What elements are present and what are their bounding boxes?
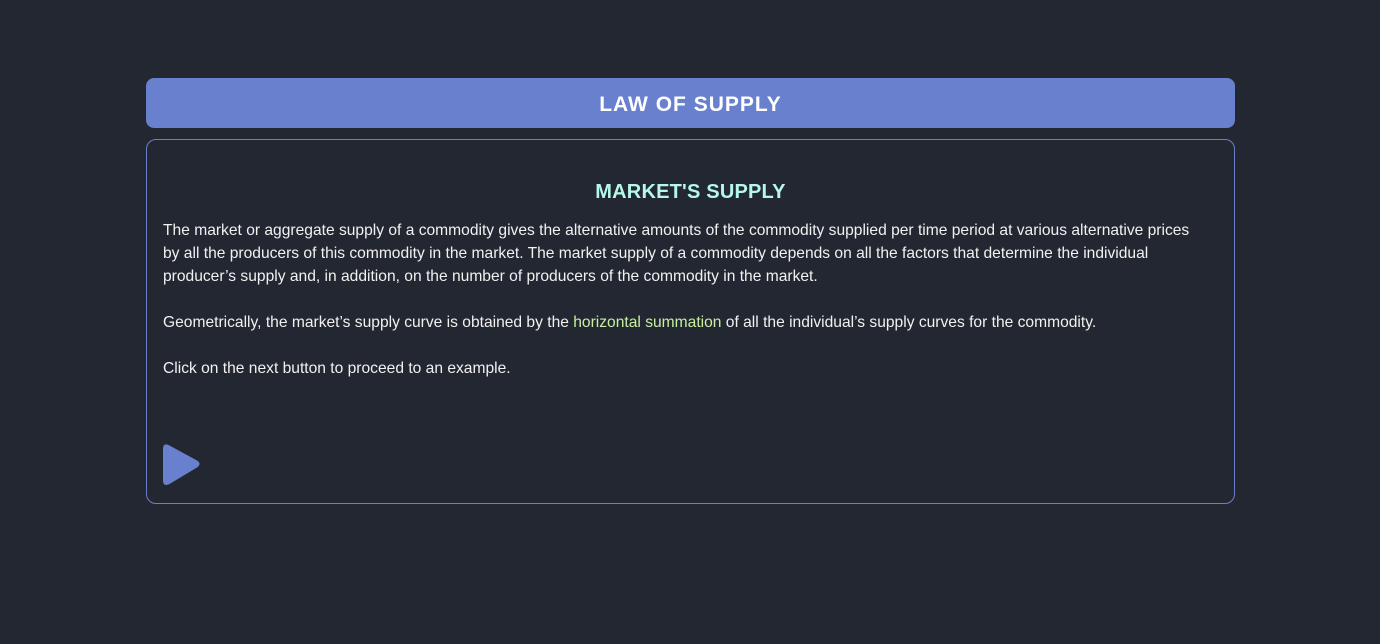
section-title: MARKET'S SUPPLY <box>595 181 786 203</box>
description-paragraph: The market or aggregate supply of a comm… <box>163 222 1190 285</box>
geometric-explanation-paragraph: Geometrically, the market’s supply curve… <box>163 311 1203 334</box>
explanation-text-start: Geometrically, the market’s supply curve… <box>163 314 574 331</box>
highlighted-term: horizontal summation <box>573 314 722 331</box>
page-title: LAW OF SUPPLY <box>599 93 782 116</box>
content-card: MARKET'S SUPPLY The market or aggregate … <box>146 139 1235 504</box>
instruction-paragraph: Click on the next button to proceed to a… <box>163 360 511 377</box>
next-button[interactable] <box>162 442 202 488</box>
header-bar: LAW OF SUPPLY <box>146 78 1235 128</box>
explanation-text-end: of all the individual’s supply curves fo… <box>721 314 1097 331</box>
play-icon <box>163 444 200 485</box>
